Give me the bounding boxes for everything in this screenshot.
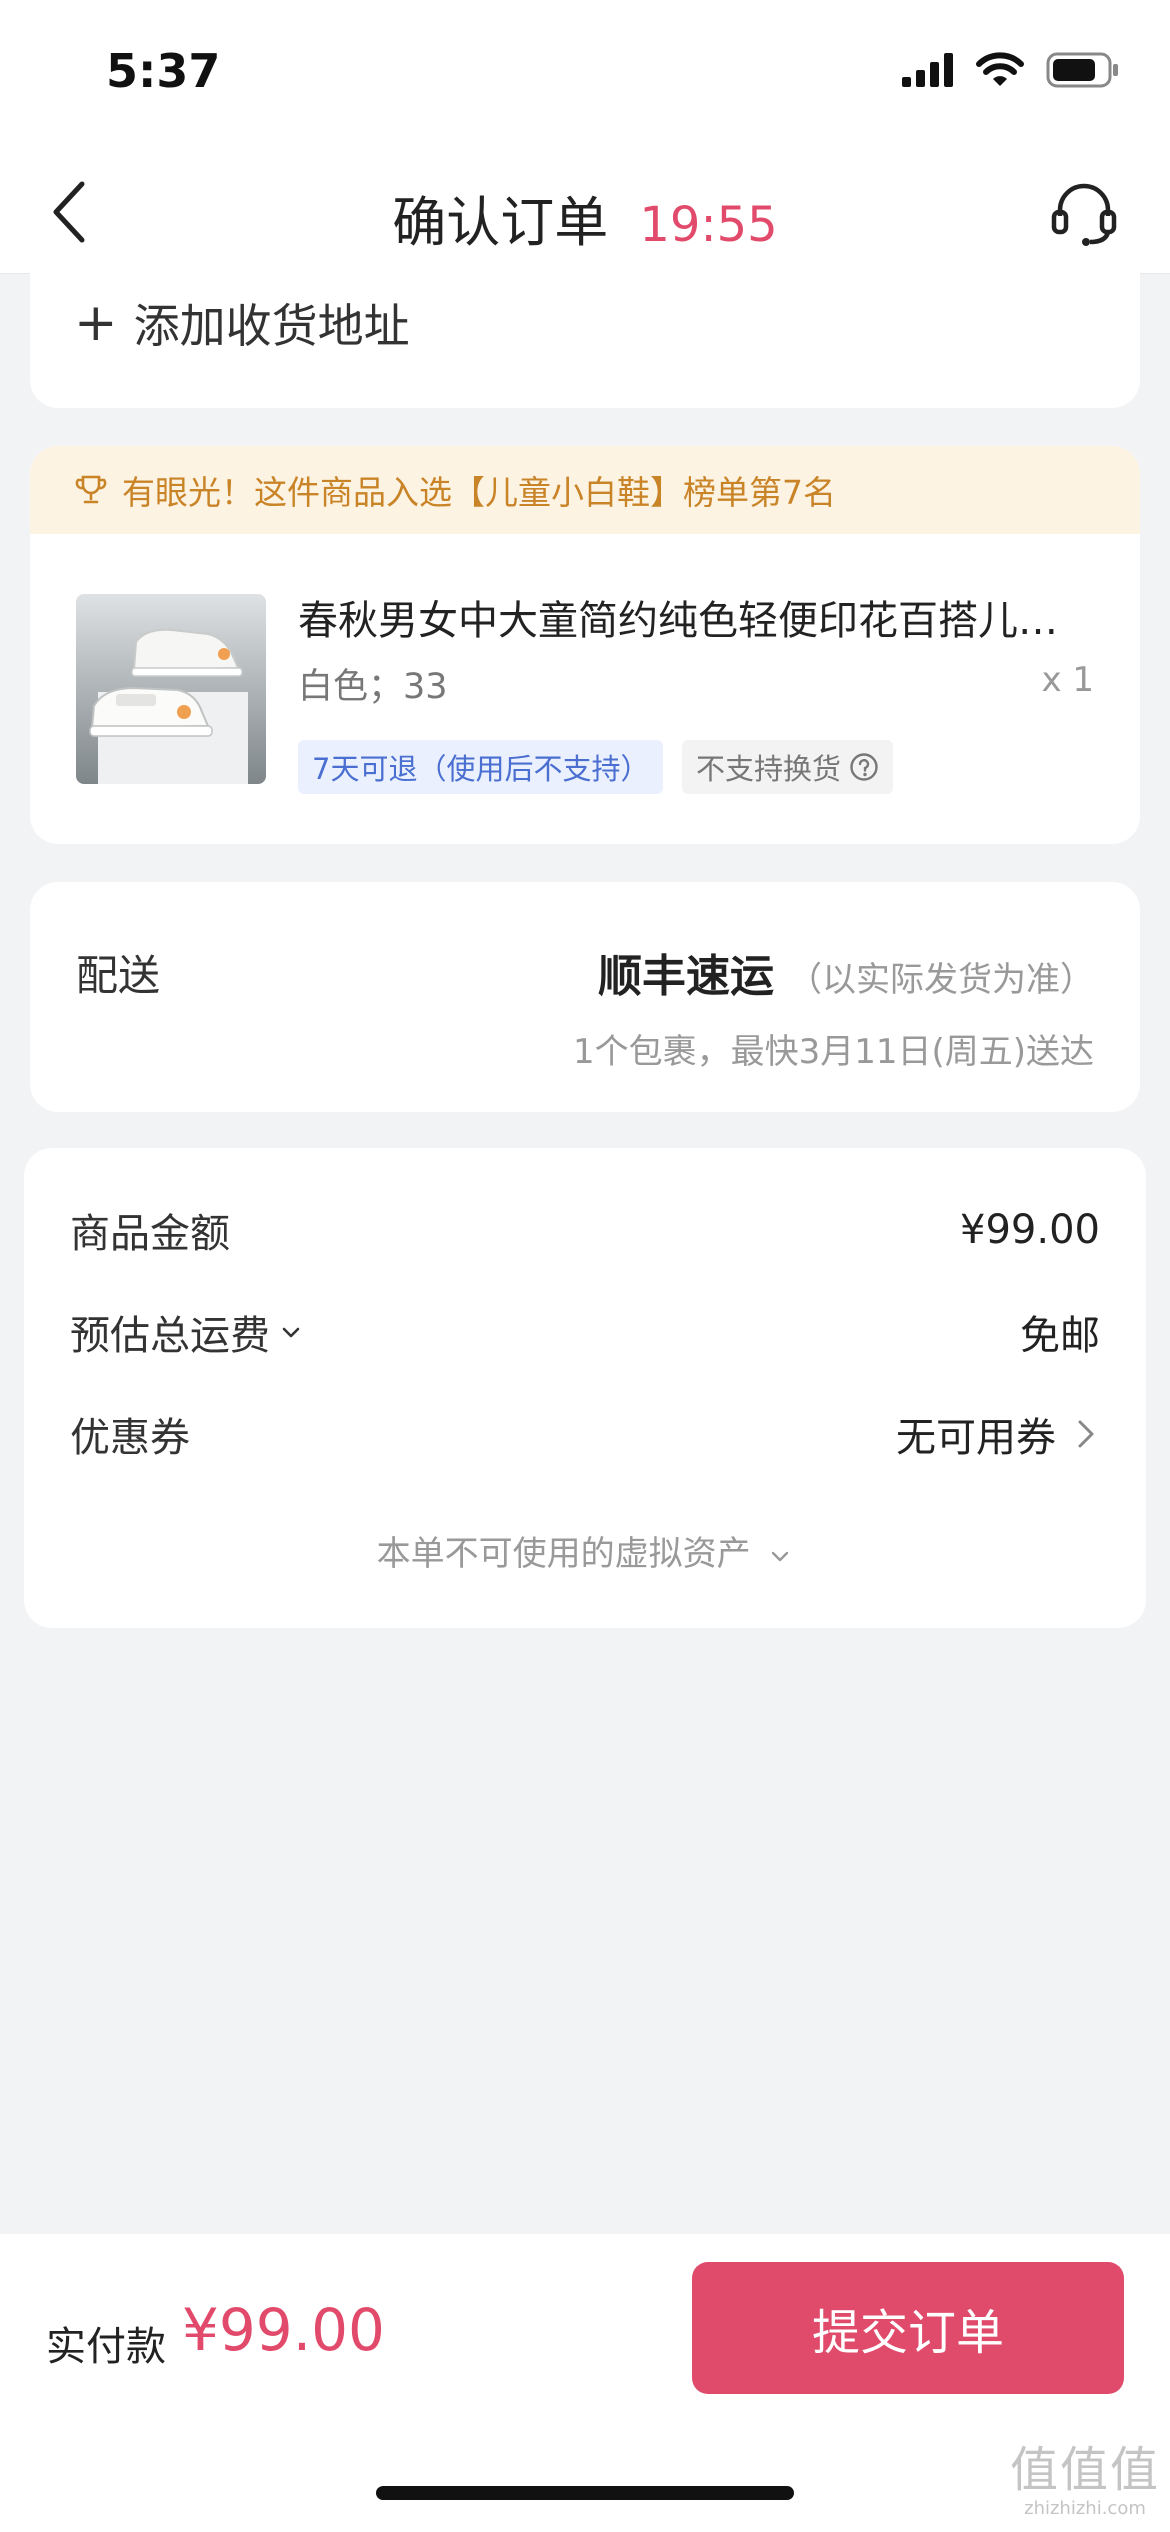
watermark: 值值值 zhizhizhi.com <box>1010 2446 1160 2519</box>
status-bar: 5:37 <box>0 0 1170 150</box>
coupon-selector[interactable]: 无可用券 <box>896 1405 1100 1463</box>
home-indicator[interactable] <box>376 2486 794 2500</box>
pay-label: 实付款 <box>46 2324 166 2370</box>
sneaker-image <box>76 594 266 784</box>
product-quantity: x 1 <box>1041 660 1094 700</box>
virtual-assets-toggle[interactable]: 本单不可使用的虚拟资产 <box>24 1526 1146 1575</box>
signal-icon <box>902 53 953 87</box>
delivery-method-note: （以实际发货为准） <box>788 960 1094 1000</box>
chevron-down-icon <box>772 1551 789 1561</box>
coupon-label: 优惠券 <box>70 1415 190 1461</box>
delivery-card: 配送 顺丰速运 （以实际发货为准） 1个包裹，最快3月11日(周五)送达 <box>30 882 1140 1112</box>
customer-service-button[interactable] <box>1048 178 1120 250</box>
add-address-button[interactable]: + 添加收货地址 <box>74 290 410 356</box>
goods-amount-label: 商品金额 <box>70 1211 230 1257</box>
nav-title-group: 确认订单 19:55 <box>0 178 1170 257</box>
chevron-down-icon <box>282 1327 300 1338</box>
trophy-icon <box>75 475 107 504</box>
chevron-right-icon <box>1078 1420 1094 1448</box>
plus-icon: + <box>74 293 118 353</box>
delivery-label: 配送 <box>76 951 161 1000</box>
no-exchange-tag[interactable]: 不支持换货 <box>682 740 894 794</box>
coupon-value: 无可用券 <box>896 1415 1056 1461</box>
rank-banner[interactable]: 有眼光！这件商品入选【儿童小白鞋】榜单第7名 <box>30 446 1140 534</box>
watermark-glyphs: 值值值 <box>1010 2442 1161 2498</box>
no-exchange-label: 不支持换货 <box>696 752 842 786</box>
goods-amount-row: 商品金额 ¥99.00 <box>70 1200 1100 1260</box>
rank-banner-text: 有眼光！这件商品入选【儿童小白鞋】榜单第7名 <box>122 473 836 512</box>
wifi-icon <box>976 52 1024 86</box>
virtual-assets-label: 本单不可使用的虚拟资产 <box>376 1534 751 1574</box>
bottom-bar: 实付款 ¥99.00 提交订单 <box>0 2234 1170 2532</box>
delivery-method: 顺丰速运 <box>598 951 774 1002</box>
shipping-row: 预估总运费 免邮 <box>70 1302 1100 1362</box>
coupon-row[interactable]: 优惠券 无可用券 <box>70 1404 1100 1464</box>
product-image[interactable] <box>76 594 266 784</box>
pay-amount: ¥99.00 <box>182 2296 385 2364</box>
delivery-info: 顺丰速运 （以实际发货为准） 1个包裹，最快3月11日(周五)送达 <box>573 940 1094 1073</box>
question-circle-icon <box>850 753 878 781</box>
nav-bar: 确认订单 19:55 <box>0 150 1170 274</box>
shipping-value: 免邮 <box>1020 1313 1100 1359</box>
add-address-label: 添加收货地址 <box>133 299 410 353</box>
shipping-toggle[interactable]: 预估总运费 <box>70 1303 304 1361</box>
product-card: 有眼光！这件商品入选【儿童小白鞋】榜单第7名 春秋男女中大童简约纯色轻便印花百搭… <box>30 446 1140 844</box>
shipping-label: 预估总运费 <box>70 1313 270 1359</box>
product-spec: 白色；33 <box>298 667 448 707</box>
status-icons <box>902 52 1120 88</box>
customer-service-icon <box>1051 183 1117 246</box>
return-policy-tag: 7天可退（使用后不支持） <box>298 740 664 794</box>
status-time: 5:37 <box>106 44 221 98</box>
countdown-timer: 19:55 <box>639 197 778 253</box>
watermark-url: zhizhizhi.com <box>1024 2498 1146 2519</box>
battery-icon <box>1046 52 1118 88</box>
goods-amount-value: ¥99.00 <box>960 1207 1100 1253</box>
price-summary-card: 商品金额 ¥99.00 预估总运费 免邮 优惠券 无可用券 本单不可使用的虚拟资… <box>24 1148 1146 1628</box>
delivery-eta: 1个包裹，最快3月11日(周五)送达 <box>572 1032 1094 1072</box>
address-card: + 添加收货地址 <box>30 260 1140 408</box>
product-title[interactable]: 春秋男女中大童简约纯色轻便印花百搭儿… <box>298 588 1104 646</box>
submit-order-button[interactable]: 提交订单 <box>692 2262 1124 2394</box>
page-title: 确认订单 <box>392 191 609 254</box>
